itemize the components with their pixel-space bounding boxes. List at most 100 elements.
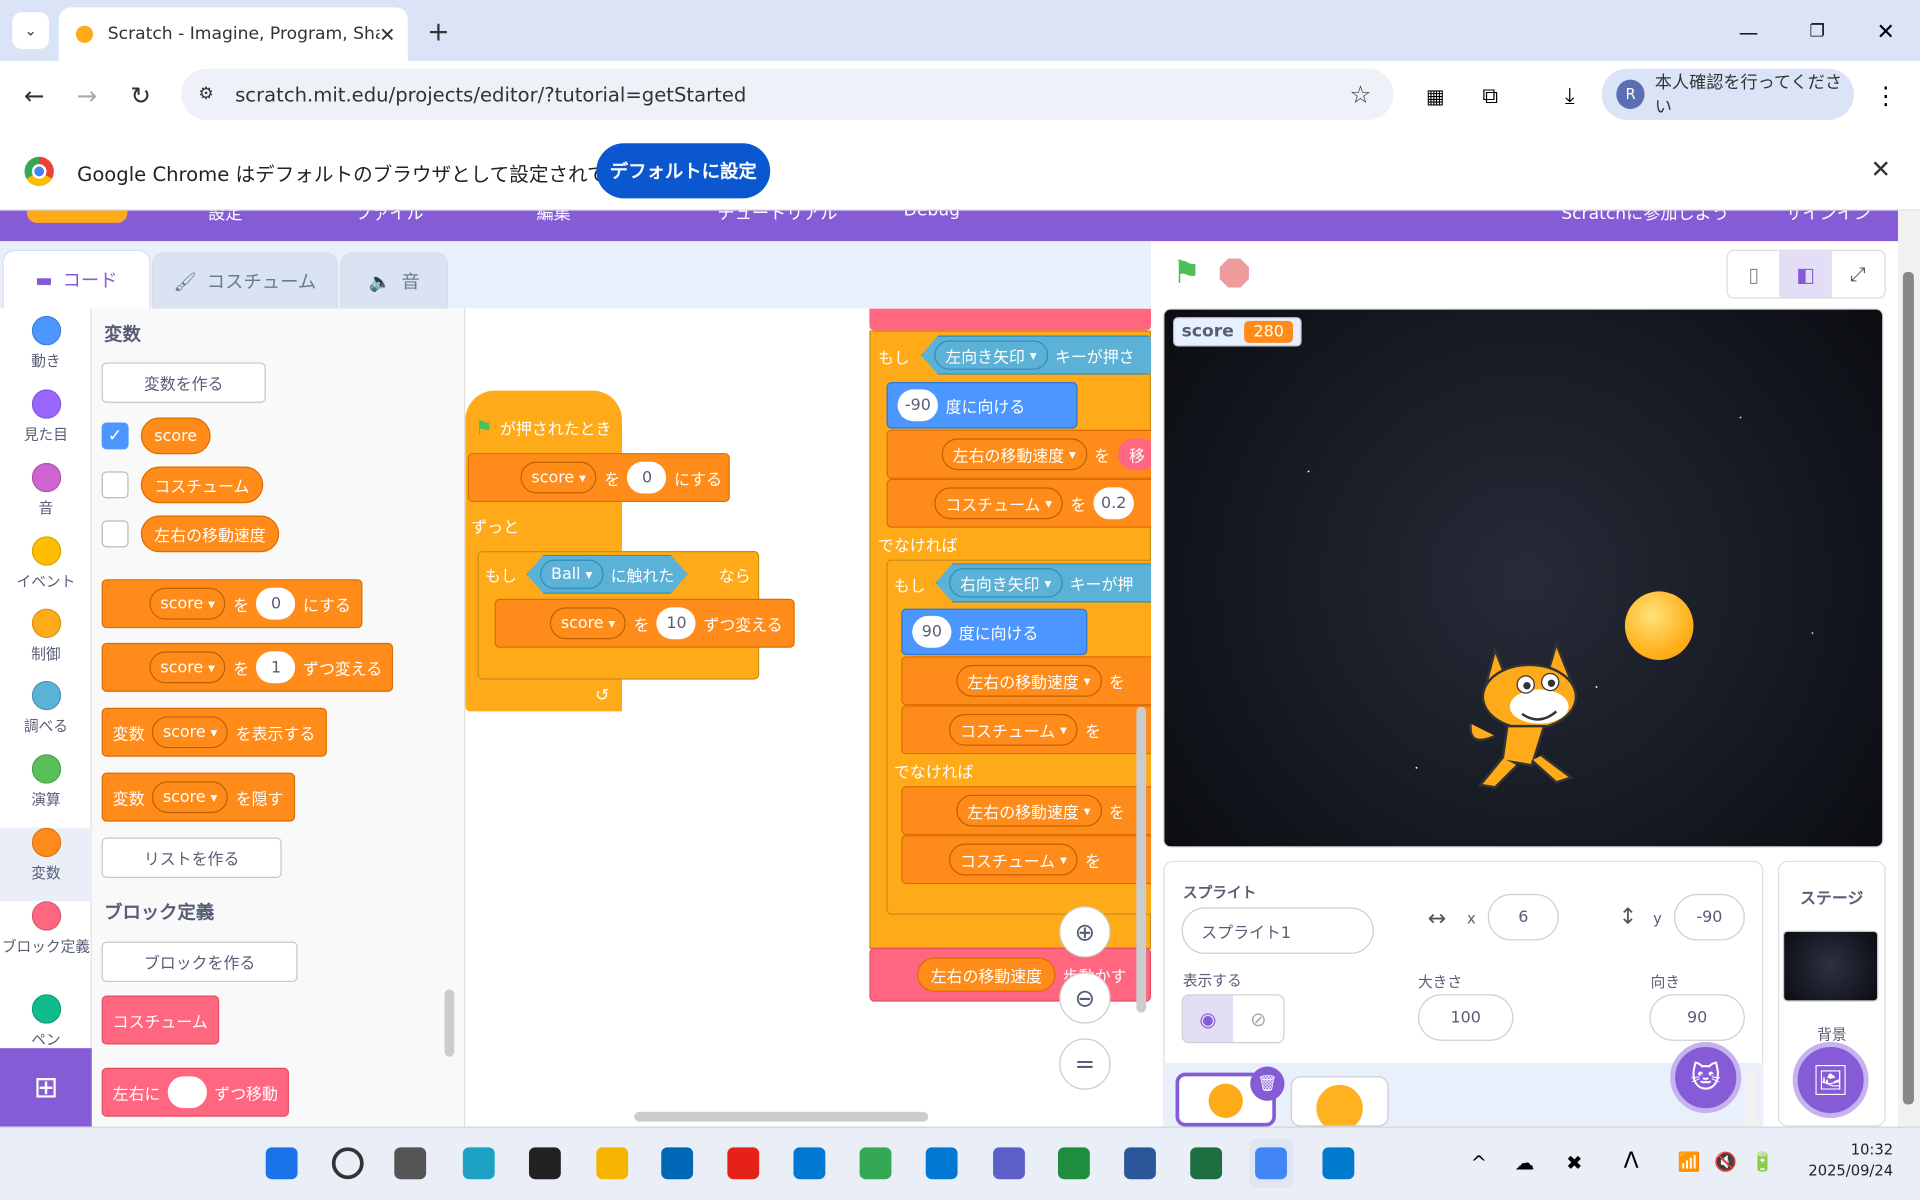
zoom-in-button[interactable]: ⊕ — [1059, 906, 1111, 958]
vscode-icon[interactable] — [1316, 1139, 1360, 1188]
address-bar[interactable]: ⚙ scratch.mit.edu/projects/editor/?tutor… — [181, 68, 1394, 121]
new-tab-button[interactable]: + — [421, 15, 455, 49]
zoom-reset-button[interactable]: = — [1059, 1038, 1111, 1090]
value-input[interactable]: 0 — [256, 587, 296, 620]
value-input[interactable]: 0.2 — [1093, 487, 1134, 520]
fullscreen-icon[interactable]: ⤢ — [1831, 251, 1884, 298]
restore-button[interactable]: ❐ — [1800, 15, 1834, 49]
tab-costumes[interactable]: 🖌 コスチューム — [151, 252, 338, 309]
change-variable-block[interactable]: score を1 ずつ変える — [101, 642, 394, 692]
start-icon[interactable] — [260, 1139, 304, 1188]
x-field[interactable]: 6 — [1487, 893, 1559, 941]
speed-reporter[interactable]: 左右の移動速度 — [917, 957, 1056, 992]
category-7[interactable]: 変数 — [0, 827, 92, 902]
menu-file[interactable]: ファイル — [355, 211, 424, 226]
value-input[interactable]: 10 — [656, 607, 697, 640]
terminal-icon[interactable] — [523, 1139, 567, 1188]
normal-stage-icon[interactable]: ◧ — [1779, 251, 1832, 298]
set-costume-block[interactable]: コスチュームを — [901, 835, 1152, 885]
excel-icon[interactable] — [1184, 1139, 1228, 1188]
set-default-button[interactable]: デフォルトに設定 — [596, 143, 771, 199]
tab-search-button[interactable]: ⌄ — [12, 12, 49, 49]
browser-tab[interactable]: Scratch - Imagine, Program, Sha ✕ — [58, 7, 408, 62]
onedrive-icon[interactable]: ☁ — [1515, 1151, 1535, 1174]
search-icon[interactable] — [326, 1139, 370, 1188]
clock[interactable]: 10:32 2025/09/24 — [1800, 1141, 1893, 1179]
cat-sprite[interactable] — [1458, 638, 1593, 791]
menu-edit[interactable]: 編集 — [536, 211, 570, 226]
close-tab-icon[interactable]: ✕ — [379, 23, 395, 46]
tray-app-icon[interactable]: ✖ — [1566, 1151, 1582, 1174]
category-3[interactable]: イベント — [0, 536, 92, 609]
tab-code[interactable]: ▬ コード — [2, 249, 151, 309]
set-score-block[interactable]: score を0 にする — [467, 453, 730, 503]
variable-dropdown[interactable]: score — [151, 781, 229, 814]
value-input[interactable]: 移 — [1117, 438, 1152, 471]
custom-block-costume[interactable]: コスチューム — [101, 995, 219, 1045]
menu-debug[interactable]: Debug — [904, 211, 960, 221]
category-2[interactable]: 音 — [0, 462, 92, 536]
category-4[interactable]: 制御 — [0, 608, 92, 682]
category-0[interactable]: 動き — [0, 315, 92, 389]
direction-field[interactable]: 90 — [1649, 994, 1745, 1041]
variable-reporter-costume[interactable]: コスチューム — [140, 466, 263, 504]
variable-dropdown[interactable]: コスチューム — [948, 843, 1078, 876]
point-direction-block[interactable]: 90 度に向ける — [901, 608, 1088, 656]
scratch-logo[interactable] — [26, 210, 128, 223]
back-button[interactable]: ← — [17, 78, 51, 112]
bookmark-star-icon[interactable]: ☆ — [1349, 80, 1371, 109]
tray-a-icon[interactable]: Λ — [1624, 1149, 1639, 1175]
define-block-partial[interactable] — [869, 308, 1152, 331]
key-dropdown[interactable]: 左向き矢印 — [934, 340, 1047, 369]
set-speed-block[interactable]: 左右の移動速度を — [901, 786, 1152, 836]
category-6[interactable]: 演算 — [0, 754, 92, 827]
menu-signin[interactable]: サインイン — [1785, 211, 1871, 226]
sprite-thumb-ball[interactable] — [1290, 1076, 1389, 1127]
variable-dropdown[interactable]: score — [151, 716, 229, 749]
close-window-button[interactable]: ✕ — [1869, 15, 1903, 49]
category-8[interactable]: ブロック定義 — [0, 901, 92, 974]
change-score-block[interactable]: score を 10 ずつ変える — [494, 598, 795, 648]
variable-checkbox-costume[interactable] — [101, 471, 129, 499]
variable-reporter-score[interactable]: score — [140, 417, 211, 455]
size-field[interactable]: 100 — [1417, 994, 1514, 1041]
sprite-name-field[interactable]: スプライト1 — [1181, 907, 1374, 954]
wifi-icon[interactable]: 📶 — [1678, 1151, 1701, 1173]
profile-button[interactable]: R 本人確認を行ってください — [1601, 68, 1854, 121]
key-pressed-block[interactable]: 左向き矢印キーが押さ — [921, 336, 1151, 375]
when-flag-clicked-block[interactable]: ⚑ が押されたとき — [465, 404, 624, 451]
download-icon[interactable]: ⤓ — [1553, 78, 1587, 112]
set-costume-block[interactable]: コスチュームを 0.2 — [886, 478, 1152, 528]
menu-kebab-icon[interactable]: ⋮ — [1871, 78, 1900, 112]
make-block-button[interactable]: ブロックを作る — [101, 941, 298, 983]
speaker-muted-icon[interactable]: 🔇 — [1714, 1151, 1737, 1173]
edge-icon[interactable] — [457, 1139, 501, 1188]
palette-scrollbar[interactable] — [444, 989, 455, 1057]
extensions-icon[interactable]: ⧉ — [1473, 78, 1507, 112]
youtube-icon[interactable] — [721, 1139, 765, 1188]
task-view-icon[interactable] — [388, 1139, 432, 1188]
variable-dropdown[interactable]: 左右の移動速度 — [956, 794, 1102, 827]
classroom-icon[interactable] — [1052, 1139, 1096, 1188]
show-variable-block[interactable]: 変数 score を表示する — [101, 707, 327, 757]
custom-block-move[interactable]: 左右に ずつ移動 — [101, 1067, 290, 1117]
delete-sprite-icon[interactable]: 🗑 — [1250, 1066, 1285, 1101]
make-variable-button[interactable]: 変数を作る — [101, 362, 266, 403]
sprite-list-scrollbar[interactable] — [1744, 1067, 1758, 1127]
battery-icon[interactable]: 🔋 — [1751, 1151, 1774, 1173]
tray-chevron-icon[interactable]: ^ — [1471, 1151, 1487, 1174]
variable-dropdown[interactable]: 左右の移動速度 — [941, 438, 1087, 471]
tab-sounds[interactable]: 🔈 音 — [340, 252, 449, 309]
close-infobar-icon[interactable]: ✕ — [1866, 154, 1895, 183]
value-input[interactable]: 0 — [627, 461, 667, 494]
direction-input[interactable]: -90 — [897, 389, 939, 422]
direction-input[interactable]: 90 — [912, 615, 952, 648]
chrome-active-icon[interactable] — [1248, 1138, 1294, 1188]
forward-button[interactable]: → — [70, 78, 104, 112]
variable-dropdown[interactable]: 左右の移動速度 — [956, 664, 1102, 697]
variable-reporter-speed[interactable]: 左右の移動速度 — [140, 515, 280, 553]
hide-eye-icon[interactable]: ⊘ — [1233, 996, 1283, 1043]
touching-block[interactable]: Ball に触れた — [527, 555, 688, 594]
green-flag-button[interactable]: ⚑ — [1169, 255, 1203, 292]
add-backdrop-button[interactable]: 🖼 — [1792, 1042, 1869, 1118]
